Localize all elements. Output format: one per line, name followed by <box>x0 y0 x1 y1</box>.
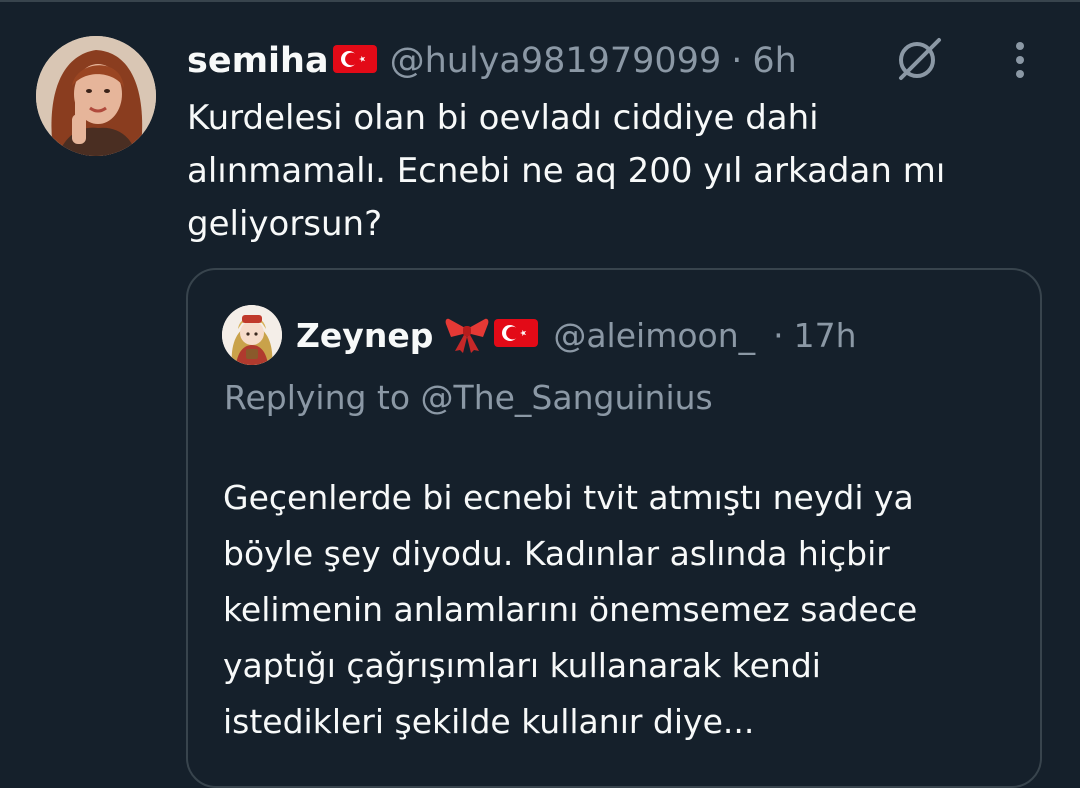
quoted-separator-dot: · <box>773 315 784 355</box>
tweet-header: semiha @hulya981979099 · 6h <box>187 36 797 86</box>
display-name[interactable]: semiha <box>187 41 329 81</box>
quoted-timestamp[interactable]: 17h <box>794 316 857 355</box>
handle[interactable]: @hulya981979099 <box>390 41 722 81</box>
grok-icon[interactable] <box>893 36 945 82</box>
quoted-avatar-image <box>222 305 282 365</box>
separator-dot: · <box>731 41 743 81</box>
quoted-display-name[interactable]: Zeynep <box>296 316 433 355</box>
avatar-image <box>36 36 156 156</box>
quoted-tweet-header: Zeynep @aleimoon_ · 17h <box>296 310 857 360</box>
quoted-handle[interactable]: @aleimoon_ <box>553 316 755 355</box>
avatar[interactable] <box>36 36 156 156</box>
turkey-flag-icon <box>493 317 539 353</box>
more-options-icon[interactable] <box>1006 40 1034 80</box>
tweet-text: Kurdelesi olan bi oevladı ciddiye dahi a… <box>187 98 946 244</box>
turkey-flag-icon <box>332 43 378 79</box>
quoted-tweet-text: Geçenlerde bi ecnebi tvit atmıştı neydi … <box>223 478 918 741</box>
replying-to[interactable]: Replying to @The_Sanguinius <box>224 378 713 417</box>
timestamp[interactable]: 6h <box>752 41 796 81</box>
tweet[interactable]: semiha @hulya981979099 · 6h Kurdelesi ol… <box>0 0 1080 788</box>
ribbon-icon <box>445 313 489 357</box>
quoted-avatar[interactable] <box>222 305 282 365</box>
